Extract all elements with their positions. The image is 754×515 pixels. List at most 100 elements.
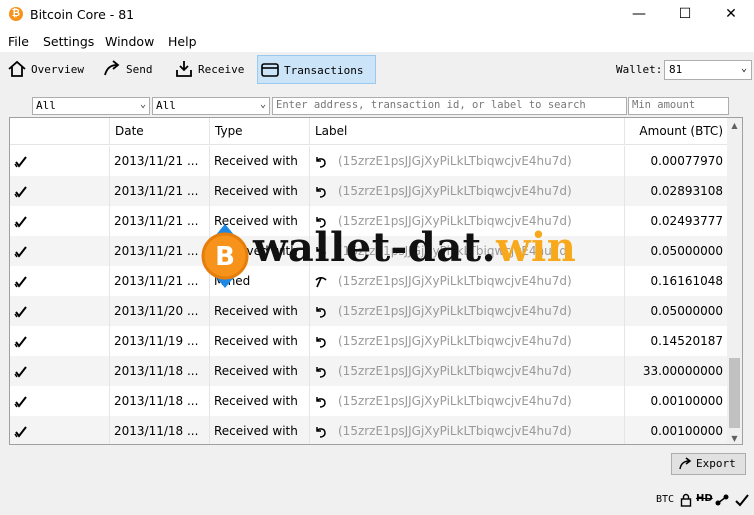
date-cell: 2013/11/18 ... bbox=[110, 386, 210, 416]
scroll-up-arrow-icon[interactable]: ▲ bbox=[727, 118, 742, 133]
amount-column-header[interactable]: Amount (BTC) bbox=[625, 118, 728, 145]
send-arrow-icon bbox=[104, 60, 120, 76]
date-filter-value: All bbox=[36, 99, 56, 112]
table-header: Date Type Label Amount (BTC) bbox=[10, 118, 728, 145]
table-row[interactable]: 2013/11/18 ... Received with (15zrzE1psJJG… bbox=[10, 416, 728, 444]
label-column-header[interactable]: Label bbox=[310, 118, 625, 145]
transactions-card-icon bbox=[261, 63, 279, 77]
status-cell bbox=[10, 386, 110, 416]
search-input[interactable]: Enter address, transaction id, or label … bbox=[272, 97, 627, 115]
type-cell: Received with bbox=[210, 296, 310, 326]
confirmed-check-icon bbox=[14, 335, 27, 348]
label-cell: (15zrzE1psJJGjXyPiLkLTbiqwcjvE4hu7d) bbox=[310, 356, 625, 386]
status-column-header[interactable] bbox=[10, 118, 110, 145]
date-cell: 2013/11/18 ... bbox=[110, 356, 210, 386]
date-cell: 2013/11/18 ... bbox=[110, 416, 210, 444]
wallet-select[interactable]: 81 ⌄ bbox=[664, 60, 752, 80]
table-row[interactable]: 2013/11/19 ... Received with (15zrzE1psJJG… bbox=[10, 326, 728, 356]
label-cell: (15zrzE1psJJGjXyPiLkLTbiqwcjvE4hu7d) bbox=[310, 416, 625, 444]
address-label: (15zrzE1psJJGjXyPiLkLTbiqwcjvE4hu7d) bbox=[338, 364, 572, 378]
status-cell bbox=[10, 266, 110, 296]
type-filter-select[interactable]: All ⌄ bbox=[152, 97, 270, 115]
received-arrow-icon bbox=[316, 186, 326, 198]
hd-disabled-icon: HD bbox=[696, 493, 713, 504]
status-cell bbox=[10, 356, 110, 386]
export-arrow-icon bbox=[679, 457, 692, 470]
watermark-prefix: wallet-dat. bbox=[253, 224, 497, 271]
chevron-down-icon: ⌄ bbox=[139, 99, 146, 110]
date-cell: 2013/11/21 ... bbox=[110, 176, 210, 206]
type-cell: Received with bbox=[210, 356, 310, 386]
address-label: (15zrzE1psJJGjXyPiLkLTbiqwcjvE4hu7d) bbox=[338, 424, 572, 438]
status-cell bbox=[10, 146, 110, 176]
table-row[interactable]: 2013/11/21 ... Received with (15zrzE1psJJG… bbox=[10, 176, 728, 206]
bitcoin-app-icon: ₿ bbox=[9, 7, 23, 21]
tab-send[interactable]: Send bbox=[100, 55, 162, 84]
window-title: Bitcoin Core - 81 bbox=[30, 7, 135, 22]
table-row[interactable]: 2013/11/20 ... Received with (15zrzE1psJJG… bbox=[10, 296, 728, 326]
type-column-header[interactable]: Type bbox=[210, 118, 310, 145]
confirmed-check-icon bbox=[14, 185, 27, 198]
date-filter-select[interactable]: All ⌄ bbox=[32, 97, 150, 115]
status-cell bbox=[10, 176, 110, 206]
scroll-down-arrow-icon[interactable]: ▼ bbox=[727, 431, 742, 444]
menu-settings[interactable]: Settings bbox=[43, 34, 94, 49]
home-icon bbox=[8, 60, 26, 77]
tab-receive[interactable]: Receive bbox=[172, 55, 250, 84]
address-label: (15zrzE1psJJGjXyPiLkLTbiqwcjvE4hu7d) bbox=[338, 304, 572, 318]
close-button[interactable]: ✕ bbox=[708, 0, 754, 30]
tab-overview[interactable]: Overview bbox=[5, 55, 85, 84]
confirmed-check-icon bbox=[14, 275, 27, 288]
amount-cell: 0.02893108 bbox=[625, 176, 728, 206]
maximize-button[interactable]: ☐ bbox=[662, 0, 708, 30]
unit-selector[interactable]: BTC bbox=[656, 494, 674, 505]
type-cell: Received with bbox=[210, 386, 310, 416]
wallet-label: Wallet: bbox=[616, 63, 663, 76]
status-bar: BTC HD bbox=[0, 488, 754, 515]
confirmed-check-icon bbox=[14, 305, 27, 318]
type-cell: Received with bbox=[210, 146, 310, 176]
watermark: B wallet-dat.win bbox=[195, 222, 590, 292]
title-bar: ₿ Bitcoin Core - 81 — ☐ ✕ bbox=[0, 0, 754, 30]
amount-cell: 0.00077970 bbox=[625, 146, 728, 176]
receive-inbox-icon bbox=[176, 61, 192, 77]
address-label: (15zrzE1psJJGjXyPiLkLTbiqwcjvE4hu7d) bbox=[338, 184, 572, 198]
address-label: (15zrzE1psJJGjXyPiLkLTbiqwcjvE4hu7d) bbox=[338, 394, 572, 408]
table-row[interactable]: 2013/11/18 ... Received with (15zrzE1psJJG… bbox=[10, 386, 728, 416]
status-cell bbox=[10, 236, 110, 266]
chevron-down-icon: ⌄ bbox=[259, 99, 266, 110]
minimize-button[interactable]: — bbox=[616, 0, 662, 30]
menu-file[interactable]: File bbox=[8, 34, 29, 49]
confirmed-check-icon bbox=[14, 245, 27, 258]
label-cell: (15zrzE1psJJGjXyPiLkLTbiqwcjvE4hu7d) bbox=[310, 296, 625, 326]
label-cell: (15zrzE1psJJGjXyPiLkLTbiqwcjvE4hu7d) bbox=[310, 386, 625, 416]
table-row[interactable]: 2013/11/18 ... Received with (15zrzE1psJJG… bbox=[10, 356, 728, 386]
label-cell: (15zrzE1psJJGjXyPiLkLTbiqwcjvE4hu7d) bbox=[310, 326, 625, 356]
tab-transactions[interactable]: Transactions bbox=[257, 55, 376, 84]
vertical-scrollbar[interactable]: ▲ ▼ bbox=[727, 118, 742, 444]
chevron-down-icon: ⌄ bbox=[740, 63, 747, 74]
date-cell: 2013/11/19 ... bbox=[110, 326, 210, 356]
status-cell bbox=[10, 206, 110, 236]
scrollbar-thumb[interactable] bbox=[729, 358, 740, 428]
network-icon[interactable] bbox=[714, 492, 730, 508]
type-cell: Received with bbox=[210, 416, 310, 444]
date-cell: 2013/11/21 ... bbox=[110, 146, 210, 176]
confirmed-check-icon bbox=[14, 425, 27, 438]
menu-help[interactable]: Help bbox=[168, 34, 197, 49]
date-cell: 2013/11/20 ... bbox=[110, 296, 210, 326]
confirmed-check-icon bbox=[14, 395, 27, 408]
tab-overview-label: Overview bbox=[31, 63, 84, 76]
date-column-header[interactable]: Date bbox=[110, 118, 210, 145]
status-cell bbox=[10, 326, 110, 356]
lock-icon bbox=[680, 493, 692, 507]
amount-cell: 0.16161048 bbox=[625, 266, 728, 296]
received-arrow-icon bbox=[316, 426, 326, 438]
amount-cell: 0.05000000 bbox=[625, 296, 728, 326]
address-label: (15zrzE1psJJGjXyPiLkLTbiqwcjvE4hu7d) bbox=[338, 154, 572, 168]
menu-bar: File Settings Window Help bbox=[0, 30, 754, 52]
min-amount-input[interactable]: Min amount bbox=[628, 97, 729, 115]
menu-window[interactable]: Window bbox=[105, 34, 154, 49]
export-button[interactable]: Export bbox=[671, 453, 746, 475]
table-row[interactable]: 2013/11/21 ... Received with (15zrzE1psJJG… bbox=[10, 146, 728, 176]
